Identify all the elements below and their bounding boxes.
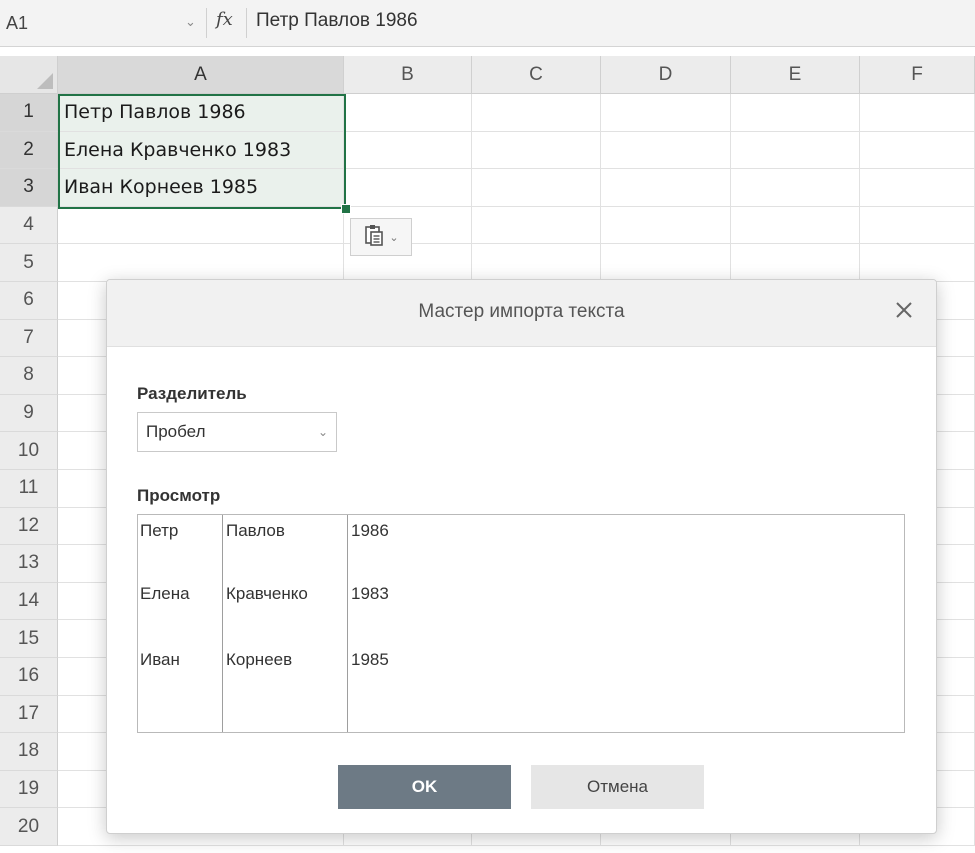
cell-c3[interactable] (472, 169, 601, 207)
cell-f1[interactable] (860, 94, 975, 132)
formula-bar: A1 ⌄ fx Петр Павлов 1986 (0, 0, 975, 47)
column-header-b[interactable]: B (344, 56, 472, 94)
row-header-12[interactable]: 12 (0, 507, 58, 546)
row-header-16[interactable]: 16 (0, 657, 58, 696)
row-header-7[interactable]: 7 (0, 319, 58, 358)
dialog-title: Мастер импорта текста (418, 301, 625, 322)
row-header-8[interactable]: 8 (0, 357, 58, 395)
cell-f4[interactable] (860, 206, 975, 245)
paste-options-button[interactable]: ⌄ (350, 218, 412, 256)
cell-b1[interactable] (344, 94, 472, 132)
cell-a5[interactable] (58, 244, 344, 282)
cell-e4[interactable] (731, 206, 860, 245)
cell-e3[interactable] (731, 169, 860, 207)
row-header-2[interactable]: 2 (0, 131, 58, 170)
cell-e1[interactable] (731, 94, 860, 132)
column-header-a[interactable]: A (58, 56, 344, 94)
divider (206, 8, 207, 38)
cell-d2[interactable] (601, 131, 731, 170)
row-header-19[interactable]: 19 (0, 770, 58, 809)
row-header-20[interactable]: 20 (0, 808, 58, 846)
cell-c1[interactable] (472, 94, 601, 132)
preview-cell: Кравченко (226, 584, 308, 603)
cell-b2[interactable] (344, 131, 472, 170)
cell-c5[interactable] (472, 244, 601, 282)
row-header-4[interactable]: 4 (0, 206, 58, 245)
cell-d5[interactable] (601, 244, 731, 282)
cell-f2[interactable] (860, 131, 975, 170)
delimiter-value: Пробел (146, 422, 206, 441)
preview-column-1[interactable]: Петр Елена Иван (138, 515, 223, 732)
name-box-value: A1 (6, 12, 29, 33)
preview-cell: 1986 (351, 521, 389, 540)
cell-f3[interactable] (860, 169, 975, 207)
cell-c4[interactable] (472, 206, 601, 245)
cell-a2[interactable]: Елена Кравченко 1983 (58, 131, 344, 170)
column-header-e[interactable]: E (731, 56, 860, 94)
preview-cell: Елена (140, 584, 190, 603)
column-header-f[interactable]: F (860, 56, 975, 94)
delimiter-select[interactable]: Пробел ⌄ (137, 412, 337, 452)
function-icon[interactable]: fx (216, 9, 233, 30)
chevron-down-icon[interactable]: ⌄ (185, 14, 196, 30)
row-header-6[interactable]: 6 (0, 281, 58, 320)
cell-e5[interactable] (731, 244, 860, 282)
cell-f5[interactable] (860, 244, 975, 282)
row-header-17[interactable]: 17 (0, 695, 58, 734)
column-header-c[interactable]: C (472, 56, 601, 94)
preview-column-2[interactable]: Павлов Кравченко Корнеев (223, 515, 348, 732)
cell-a4[interactable] (58, 206, 344, 245)
cell-e2[interactable] (731, 131, 860, 170)
formula-input[interactable]: Петр Павлов 1986 (256, 10, 418, 32)
row-header-15[interactable]: 15 (0, 620, 58, 658)
delimiter-label: Разделитель (137, 384, 247, 403)
cell-c2[interactable] (472, 131, 601, 170)
row-header-5[interactable]: 5 (0, 244, 58, 282)
close-icon (896, 302, 912, 318)
cell-d3[interactable] (601, 169, 731, 207)
cell-b3[interactable] (344, 169, 472, 207)
paste-icon (363, 224, 385, 251)
row-header-9[interactable]: 9 (0, 394, 58, 433)
cell-a3[interactable]: Иван Корнеев 1985 (58, 169, 344, 207)
column-header-d[interactable]: D (601, 56, 731, 94)
preview-cell: 1985 (351, 650, 389, 669)
preview-cell: 1983 (351, 584, 389, 603)
divider (246, 8, 247, 38)
row-header-1[interactable]: 1 (0, 94, 58, 132)
preview-cell: Петр (140, 521, 179, 540)
row-header-10[interactable]: 10 (0, 432, 58, 470)
chevron-down-icon: ⌄ (317, 425, 328, 439)
preview-column-3[interactable]: 1986 1983 1985 (348, 515, 904, 732)
preview-cell: Иван (140, 650, 180, 669)
row-header-13[interactable]: 13 (0, 545, 58, 583)
cell-d1[interactable] (601, 94, 731, 132)
row-header-14[interactable]: 14 (0, 582, 58, 621)
row-header-18[interactable]: 18 (0, 733, 58, 771)
dialog-header: Мастер импорта текста (107, 280, 936, 347)
select-all-corner[interactable] (0, 56, 58, 94)
preview-label: Просмотр (137, 486, 221, 505)
fill-handle[interactable] (341, 204, 351, 214)
preview-cell: Павлов (226, 521, 285, 540)
text-import-wizard-dialog: Мастер импорта текста Разделитель Пробел… (106, 279, 937, 834)
row-header-3[interactable]: 3 (0, 169, 58, 207)
preview-cell: Корнеев (226, 650, 293, 669)
close-button[interactable] (890, 296, 918, 324)
cancel-button[interactable]: Отмена (531, 765, 704, 809)
preview-table: Петр Елена Иван Павлов Кравченко Корнеев… (137, 514, 905, 733)
name-box[interactable]: A1 ⌄ (0, 0, 200, 46)
row-header-11[interactable]: 11 (0, 469, 58, 508)
ok-button[interactable]: OK (338, 765, 511, 809)
cell-d4[interactable] (601, 206, 731, 245)
cell-a1[interactable]: Петр Павлов 1986 (58, 94, 344, 132)
chevron-down-icon: ⌄ (389, 231, 399, 244)
